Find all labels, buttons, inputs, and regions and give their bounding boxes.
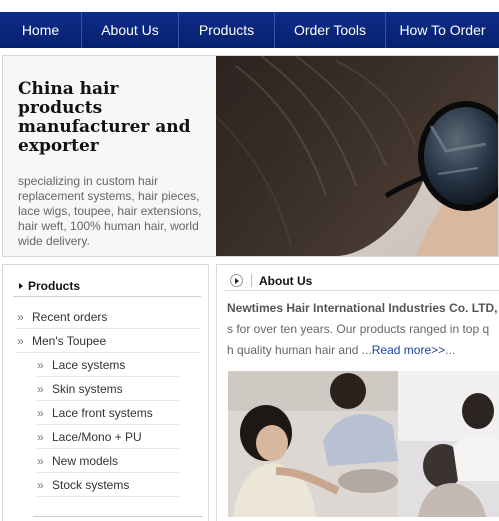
- about-section: About Us Newtimes Hair International Ind…: [216, 264, 499, 521]
- sidebar-item-recent-orders[interactable]: » Recent orders: [17, 305, 199, 329]
- sidebar-item-label: Recent orders: [32, 309, 108, 324]
- sidebar-item-lace-front-systems[interactable]: » Lace front systems: [37, 401, 179, 425]
- ellipsis: ...: [445, 343, 456, 357]
- hair-sunglasses-photo: [216, 56, 498, 256]
- about-line-text: h quality human hair and ...: [227, 343, 372, 357]
- chevron-double-right-icon: »: [37, 357, 44, 372]
- chevron-double-right-icon: »: [37, 453, 44, 468]
- products-sidebar: Products » Recent orders » Men's Toupee …: [2, 264, 209, 521]
- nav-order-tools[interactable]: Order Tools: [275, 12, 386, 48]
- sidebar-item-label: Lace front systems: [52, 405, 153, 420]
- sidebar-item-lace-systems[interactable]: » Lace systems: [37, 353, 179, 377]
- sidebar-item-label: Stock systems: [52, 477, 130, 492]
- chevron-double-right-icon: »: [37, 477, 44, 492]
- sidebar-item-stock-systems[interactable]: » Stock systems: [37, 473, 179, 497]
- sidebar-item-label: Lace/Mono + PU: [52, 429, 142, 444]
- chevron-double-right-icon: »: [17, 309, 24, 324]
- sidebar-item-mens-toupee[interactable]: » Men's Toupee: [17, 329, 199, 353]
- chevron-double-right-icon: »: [37, 429, 44, 444]
- nav-how-to-order[interactable]: How To Order: [386, 12, 499, 48]
- workers-photo: [228, 371, 499, 517]
- sidebar-title: Products: [28, 278, 81, 293]
- divider: [251, 274, 252, 287]
- sidebar-item-skin-systems[interactable]: » Skin systems: [37, 377, 179, 401]
- nav-home[interactable]: Home: [0, 12, 82, 48]
- sidebar-item-label: Men's Toupee: [32, 333, 107, 348]
- sidebar-item-lace-mono-pu[interactable]: » Lace/Mono + PU: [37, 425, 179, 449]
- company-name: Newtimes Hair International Industries C…: [227, 301, 499, 315]
- sidebar-item-new-models[interactable]: » New models: [37, 449, 179, 473]
- circle-arrow-icon[interactable]: [230, 274, 243, 287]
- nav-about-us[interactable]: About Us: [82, 12, 179, 48]
- top-margin: [0, 0, 499, 12]
- chevron-double-right-icon: »: [37, 405, 44, 420]
- read-more-link[interactable]: Read more>>: [372, 343, 445, 357]
- factory-photos: [228, 371, 499, 517]
- hero-banner: China hair products manufacturer and exp…: [2, 55, 499, 257]
- sidebar-item-label: New models: [52, 453, 119, 468]
- hero-image: [216, 56, 498, 256]
- triangle-right-icon: [19, 282, 23, 289]
- nav-products[interactable]: Products: [179, 12, 275, 48]
- about-title: About Us: [259, 273, 313, 288]
- sidebar-list: » Recent orders » Men's Toupee » Lace sy…: [17, 305, 199, 497]
- sidebar-divider: [33, 516, 203, 517]
- sidebar-item-label: Skin systems: [52, 381, 123, 396]
- about-text: Newtimes Hair International Industries C…: [227, 298, 499, 361]
- chevron-double-right-icon: »: [37, 381, 44, 396]
- hero-text-panel: China hair products manufacturer and exp…: [3, 56, 216, 256]
- about-line: s for over ten years. Our products range…: [227, 322, 490, 336]
- sidebar-header: Products: [13, 275, 201, 297]
- sidebar-item-label: Lace systems: [52, 357, 126, 372]
- about-header: About Us: [225, 271, 499, 291]
- main-nav: Home About Us Products Order Tools How T…: [0, 12, 499, 48]
- hero-description: specializing in custom hair replacement …: [18, 174, 202, 248]
- nav-spacer: [0, 48, 499, 55]
- chevron-double-right-icon: »: [17, 333, 24, 348]
- about-line: h quality human hair and ...Read more>>.…: [227, 340, 499, 361]
- hero-title: China hair products manufacturer and exp…: [18, 79, 191, 156]
